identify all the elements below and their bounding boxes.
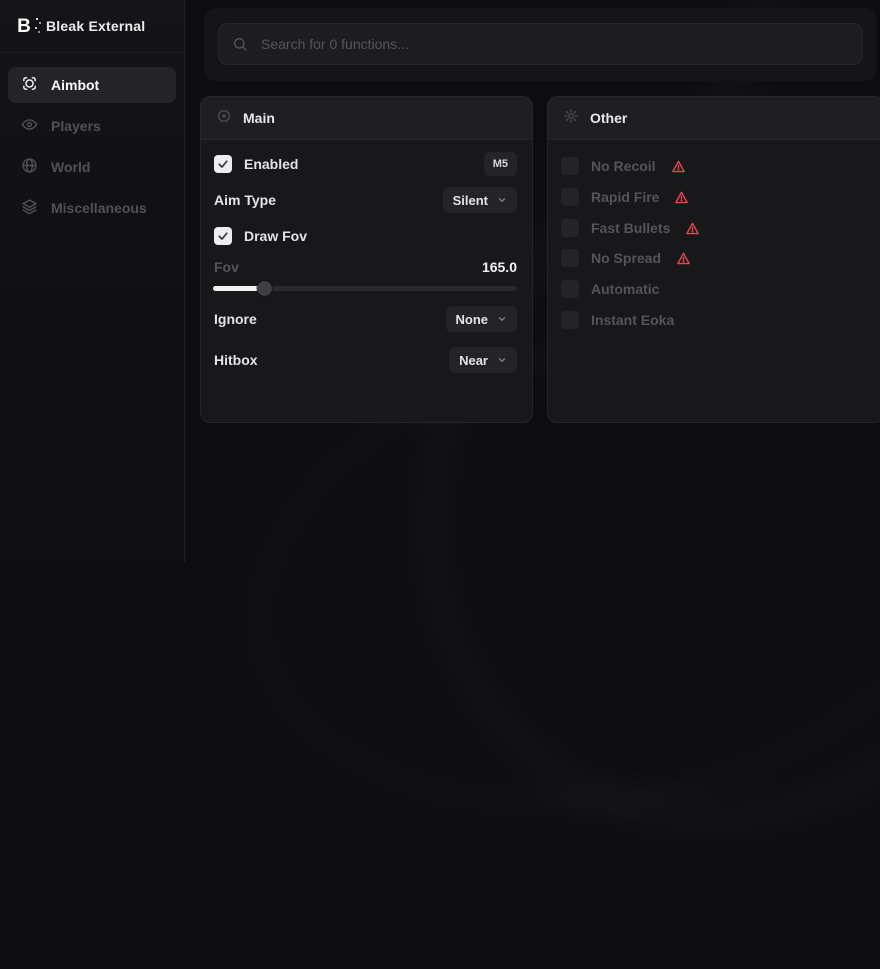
crosshair-icon bbox=[21, 75, 38, 95]
no-recoil-checkbox[interactable] bbox=[561, 157, 579, 175]
chevron-down-icon bbox=[497, 355, 507, 365]
main-panel-title: Main bbox=[243, 110, 275, 126]
fov-slider-thumb[interactable] bbox=[257, 281, 272, 296]
fov-label: Fov bbox=[214, 259, 239, 275]
warning-icon bbox=[685, 221, 700, 236]
enabled-keybind-button[interactable]: M5 bbox=[484, 152, 517, 176]
hitbox-dropdown[interactable]: Near bbox=[449, 347, 517, 373]
instant-eoka-checkbox[interactable] bbox=[561, 311, 579, 329]
chevron-down-icon bbox=[497, 195, 507, 205]
chevron-down-icon bbox=[497, 314, 507, 324]
hitbox-label: Hitbox bbox=[214, 352, 258, 368]
other-row-no-recoil: No Recoil bbox=[561, 156, 686, 176]
warning-icon bbox=[671, 159, 686, 174]
search-box[interactable] bbox=[218, 23, 863, 65]
sidebar-item-label: Aimbot bbox=[51, 77, 99, 93]
rapid-fire-checkbox[interactable] bbox=[561, 188, 579, 206]
other-panel-title: Other bbox=[590, 110, 627, 126]
sidebar-item-players[interactable]: Players bbox=[8, 108, 176, 144]
fov-value: 165.0 bbox=[482, 259, 517, 275]
aim-type-label: Aim Type bbox=[214, 192, 276, 208]
other-row-rapid-fire: Rapid Fire bbox=[561, 187, 689, 207]
aim-type-dropdown[interactable]: Silent bbox=[443, 187, 517, 213]
fov-slider[interactable] bbox=[213, 280, 517, 296]
hitbox-row: Hitbox Near bbox=[214, 347, 517, 373]
ignore-row: Ignore None bbox=[214, 306, 517, 332]
no-spread-checkbox[interactable] bbox=[561, 249, 579, 267]
hitbox-value: Near bbox=[459, 353, 488, 368]
eye-icon bbox=[21, 116, 38, 136]
sidebar-item-label: Players bbox=[51, 118, 101, 134]
sidebar: B Bleak External Aimbot Players bbox=[0, 0, 185, 562]
fov-row: Fov 165.0 bbox=[214, 257, 517, 277]
main-panel-header: Main bbox=[201, 97, 532, 140]
search-input[interactable] bbox=[259, 35, 849, 53]
aim-type-row: Aim Type Silent bbox=[214, 187, 517, 213]
sidebar-nav: Aimbot Players World Mi bbox=[0, 53, 184, 226]
app-logo-icon: B bbox=[13, 15, 35, 37]
enabled-row: Enabled M5 bbox=[214, 151, 517, 177]
sidebar-item-label: Miscellaneous bbox=[51, 200, 147, 216]
no-recoil-label: No Recoil bbox=[591, 158, 656, 174]
ignore-label: Ignore bbox=[214, 311, 257, 327]
other-row-automatic: Automatic bbox=[561, 279, 659, 299]
automatic-checkbox[interactable] bbox=[561, 280, 579, 298]
enabled-label: Enabled bbox=[244, 156, 298, 172]
rapid-fire-label: Rapid Fire bbox=[591, 189, 659, 205]
fast-bullets-checkbox[interactable] bbox=[561, 219, 579, 237]
main-panel: Main Enabled M5 Aim Type Silent Draw Fov bbox=[200, 96, 533, 423]
sidebar-item-miscellaneous[interactable]: Miscellaneous bbox=[8, 190, 176, 226]
warning-icon bbox=[674, 190, 689, 205]
draw-fov-checkbox[interactable] bbox=[214, 227, 232, 245]
search-section bbox=[204, 8, 877, 81]
ignore-dropdown[interactable]: None bbox=[446, 306, 518, 332]
enabled-checkbox[interactable] bbox=[214, 155, 232, 173]
ignore-value: None bbox=[456, 312, 489, 327]
layers-icon bbox=[21, 198, 38, 218]
automatic-label: Automatic bbox=[591, 281, 659, 297]
fast-bullets-label: Fast Bullets bbox=[591, 220, 670, 236]
gear-icon bbox=[563, 108, 579, 129]
other-row-instant-eoka: Instant Eoka bbox=[561, 310, 674, 330]
search-icon bbox=[232, 36, 248, 52]
sidebar-item-world[interactable]: World bbox=[8, 149, 176, 185]
other-row-no-spread: No Spread bbox=[561, 248, 691, 268]
app-title: Bleak External bbox=[46, 18, 145, 34]
warning-icon bbox=[676, 251, 691, 266]
draw-fov-row: Draw Fov bbox=[214, 223, 517, 249]
globe-icon bbox=[21, 157, 38, 177]
sidebar-header: B Bleak External bbox=[0, 0, 184, 53]
other-row-fast-bullets: Fast Bullets bbox=[561, 218, 700, 238]
no-spread-label: No Spread bbox=[591, 250, 661, 266]
other-panel-header: Other bbox=[548, 97, 880, 140]
instant-eoka-label: Instant Eoka bbox=[591, 312, 674, 328]
sidebar-item-aimbot[interactable]: Aimbot bbox=[8, 67, 176, 103]
draw-fov-label: Draw Fov bbox=[244, 228, 307, 244]
sidebar-item-label: World bbox=[51, 159, 90, 175]
aim-type-value: Silent bbox=[453, 193, 488, 208]
target-icon bbox=[216, 108, 232, 129]
other-panel: Other No Recoil Rapid Fire Fast Bullets … bbox=[547, 96, 880, 423]
